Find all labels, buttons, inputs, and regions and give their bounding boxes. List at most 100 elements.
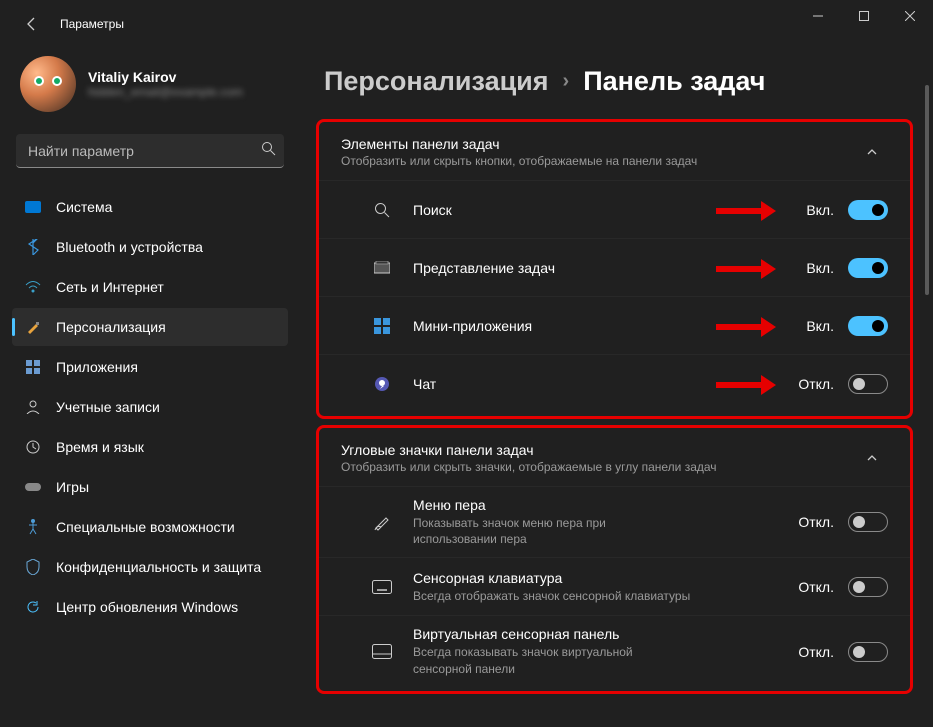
sidebar-item-bluetooth[interactable]: Bluetooth и устройства [12, 228, 288, 266]
row-label: Чат [413, 376, 716, 392]
profile-name: Vitaliy Kairov [88, 69, 243, 85]
toggle-pen-menu[interactable] [848, 512, 888, 532]
row-desc: Всегда отображать значок сенсорной клави… [413, 588, 693, 604]
widgets-icon [365, 318, 399, 334]
toggle-virtual-touchpad[interactable] [848, 642, 888, 662]
sidebar-item-label: Bluetooth и устройства [56, 239, 203, 255]
toggle-state: Откл. [794, 376, 834, 392]
breadcrumb: Персонализация › Панель задач [304, 48, 913, 119]
profile-block[interactable]: Vitaliy Kairov hidden_email@example.com [12, 48, 288, 128]
back-button[interactable] [20, 12, 44, 36]
sidebar-item-accessibility[interactable]: Специальные возможности [12, 508, 288, 546]
row-label: Виртуальная сенсорная панель [413, 626, 776, 642]
search-icon[interactable] [261, 141, 276, 161]
apps-icon [24, 358, 42, 376]
chevron-up-icon[interactable] [856, 136, 888, 168]
group-title: Элементы панели задач [341, 136, 856, 152]
sidebar-item-label: Время и язык [56, 439, 144, 455]
person-icon [24, 398, 42, 416]
sidebar-item-label: Система [56, 199, 112, 215]
main-content: Персонализация › Панель задач Элементы п… [300, 48, 933, 727]
row-virtual-touchpad: Виртуальная сенсорная панель Всегда показ… [319, 615, 910, 686]
sidebar-item-network[interactable]: Сеть и Интернет [12, 268, 288, 306]
avatar [20, 56, 76, 112]
toggle-state: Откл. [794, 644, 834, 660]
sidebar-item-label: Приложения [56, 359, 138, 375]
toggle-state: Вкл. [794, 202, 834, 218]
toggle-state: Откл. [794, 514, 834, 530]
row-label: Сенсорная клавиатура [413, 570, 776, 586]
toggle-task-view[interactable] [848, 258, 888, 278]
sidebar-item-label: Персонализация [56, 319, 166, 335]
minimize-button[interactable] [795, 0, 841, 32]
row-chat: Чат Откл. [319, 354, 910, 412]
sidebar-item-label: Центр обновления Windows [56, 599, 238, 615]
row-label: Представление задач [413, 260, 716, 276]
group-title: Угловые значки панели задач [341, 442, 856, 458]
toggle-state: Вкл. [794, 260, 834, 276]
row-label: Мини-приложения [413, 318, 716, 334]
sidebar-item-label: Игры [56, 479, 89, 495]
group-subtitle: Отобразить или скрыть кнопки, отображаем… [341, 154, 856, 168]
bluetooth-icon [24, 238, 42, 256]
search-box [16, 134, 284, 168]
row-touch-keyboard: Сенсорная клавиатура Всегда отображать зн… [319, 557, 910, 615]
sidebar-item-update[interactable]: Центр обновления Windows [12, 588, 288, 626]
wifi-icon [24, 278, 42, 296]
shield-icon [24, 558, 42, 576]
row-label: Меню пера [413, 497, 776, 513]
clock-icon [24, 438, 42, 456]
scrollbar[interactable] [925, 85, 929, 717]
sidebar: Vitaliy Kairov hidden_email@example.com … [0, 48, 300, 727]
annotation-arrow [716, 201, 776, 219]
toggle-search[interactable] [848, 200, 888, 220]
brush-icon [24, 318, 42, 336]
row-desc: Показывать значок меню пера при использо… [413, 515, 693, 547]
chat-icon [365, 376, 399, 392]
sidebar-item-label: Специальные возможности [56, 519, 235, 535]
sidebar-item-gaming[interactable]: Игры [12, 468, 288, 506]
search-icon [365, 202, 399, 218]
profile-email: hidden_email@example.com [88, 85, 243, 99]
group-corner-icons: Угловые значки панели задач Отобразить и… [316, 425, 913, 694]
breadcrumb-parent[interactable]: Персонализация [324, 66, 549, 97]
sidebar-item-time[interactable]: Время и язык [12, 428, 288, 466]
row-widgets: Мини-приложения Вкл. [319, 296, 910, 354]
sidebar-item-apps[interactable]: Приложения [12, 348, 288, 386]
row-label: Поиск [413, 202, 716, 218]
annotation-arrow [716, 317, 776, 335]
gamepad-icon [24, 478, 42, 496]
touchpad-icon [365, 644, 399, 659]
row-desc: Всегда показывать значок виртуальной сен… [413, 644, 693, 676]
page-title: Панель задач [583, 66, 765, 97]
toggle-state: Откл. [794, 579, 834, 595]
chevron-up-icon[interactable] [856, 442, 888, 474]
title-bar: Параметры [0, 0, 933, 48]
group-taskbar-items: Элементы панели задач Отобразить или скр… [316, 119, 913, 419]
pen-icon [365, 513, 399, 531]
group-header-taskbar-items[interactable]: Элементы панели задач Отобразить или скр… [319, 122, 910, 180]
search-input[interactable] [16, 134, 284, 168]
toggle-state: Вкл. [794, 318, 834, 334]
update-icon [24, 598, 42, 616]
maximize-button[interactable] [841, 0, 887, 32]
toggle-widgets[interactable] [848, 316, 888, 336]
toggle-touch-keyboard[interactable] [848, 577, 888, 597]
sidebar-item-label: Учетные записи [56, 399, 160, 415]
toggle-chat[interactable] [848, 374, 888, 394]
group-header-corner-icons[interactable]: Угловые значки панели задач Отобразить и… [319, 428, 910, 486]
sidebar-item-personalization[interactable]: Персонализация [12, 308, 288, 346]
accessibility-icon [24, 518, 42, 536]
sidebar-item-privacy[interactable]: Конфиденциальность и защита [12, 548, 288, 586]
sidebar-item-accounts[interactable]: Учетные записи [12, 388, 288, 426]
app-title: Параметры [60, 17, 124, 31]
group-subtitle: Отобразить или скрыть значки, отображаем… [341, 460, 856, 474]
row-task-view: Представление задач Вкл. [319, 238, 910, 296]
nav-list: Система Bluetooth и устройства Сеть и Ин… [12, 188, 288, 626]
sidebar-item-label: Сеть и Интернет [56, 279, 164, 295]
task-view-icon [365, 261, 399, 275]
monitor-icon [24, 198, 42, 216]
close-button[interactable] [887, 0, 933, 32]
sidebar-item-system[interactable]: Система [12, 188, 288, 226]
scrollbar-thumb[interactable] [925, 85, 929, 295]
